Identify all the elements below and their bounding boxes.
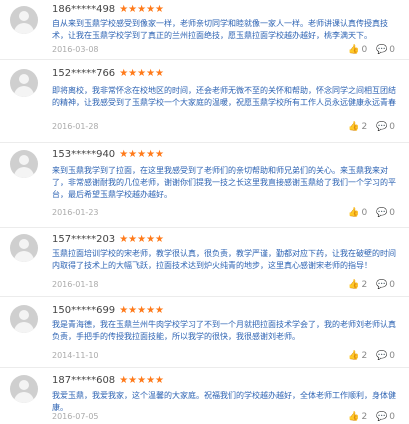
review-content: 自从来到玉鼎学校感受到像家一样，老师亲切同学和睦就像一家人一样。老师讲课认真传授… bbox=[52, 19, 388, 40]
review-content: 来到玉鼎我学到了拉面，在这里我感受到了老师们的亲切帮助和师兄弟们的关心。来玉鼎我… bbox=[52, 166, 396, 199]
review-item: 186*****498 ★★★★★ 自从来到玉鼎学校感受到像家一样，老师亲切同学和… bbox=[0, 0, 409, 60]
review-date: 2016-07-05 bbox=[52, 412, 99, 421]
thumbs-up-icon: 👍 bbox=[348, 208, 360, 218]
review-item: 152*****766 ★★★★★ 即将离校，我非常怀念在校地区的时间，还会老师无… bbox=[0, 60, 409, 143]
comment-button[interactable]: 💬 0 bbox=[376, 208, 395, 219]
avatar[interactable] bbox=[10, 305, 38, 333]
thumbs-up-icon: 👍 bbox=[348, 412, 360, 422]
avatar[interactable] bbox=[10, 234, 38, 262]
avatar[interactable] bbox=[10, 6, 38, 34]
comment-icon: 💬 bbox=[376, 208, 388, 218]
username: 152*****766 bbox=[52, 68, 116, 79]
avatar[interactable] bbox=[10, 69, 38, 97]
review-actions: 👍 0 💬 0 bbox=[342, 45, 395, 56]
rating-stars: ★★★★★ bbox=[119, 4, 165, 15]
comment-button[interactable]: 💬 0 bbox=[376, 280, 395, 291]
review-actions: 👍 2 💬 0 bbox=[342, 412, 395, 423]
thumbs-up-icon: 👍 bbox=[348, 351, 360, 361]
comment-icon: 💬 bbox=[376, 45, 388, 55]
comment-count: 0 bbox=[389, 280, 395, 290]
review-content: 即将离校，我非常怀念在校地区的时间，还会老师无微不至的关怀和帮助，怀念同学之间相… bbox=[52, 86, 396, 107]
comment-icon: 💬 bbox=[376, 351, 388, 361]
like-count: 0 bbox=[361, 45, 368, 55]
thumbs-up-icon: 👍 bbox=[348, 122, 360, 132]
username: 157*****203 bbox=[52, 234, 116, 245]
review-header: 152*****766 ★★★★★ bbox=[52, 67, 164, 81]
review-header: 186*****498 ★★★★★ bbox=[52, 3, 164, 17]
review-date: 2016-01-28 bbox=[52, 122, 99, 131]
review-item: 150*****699 ★★★★★ 我是青海德，我在玉鼎兰州牛肉学校学习了不到一个… bbox=[0, 297, 409, 368]
comment-icon: 💬 bbox=[376, 412, 388, 422]
review-header: 157*****203 ★★★★★ bbox=[52, 233, 164, 247]
username: 186*****498 bbox=[52, 4, 116, 15]
like-count: 2 bbox=[361, 122, 368, 132]
comment-count: 0 bbox=[389, 122, 395, 132]
review-list: 186*****498 ★★★★★ 自从来到玉鼎学校感受到像家一样，老师亲切同学和… bbox=[0, 0, 409, 424]
review-date: 2014-11-10 bbox=[52, 351, 99, 360]
review-content: 玉鼎拉面培训学校的宋老师，教学很认真，很负责，教学严谨，勤都对应下药，让我在破壁… bbox=[52, 249, 396, 270]
username: 153*****940 bbox=[52, 149, 116, 160]
comment-count: 0 bbox=[389, 412, 395, 422]
review-actions: 👍 2 💬 0 bbox=[342, 351, 395, 362]
review-header: 187*****608 ★★★★★ bbox=[52, 374, 164, 388]
review-actions: 👍 0 💬 0 bbox=[342, 208, 395, 219]
review-date: 2016-01-23 bbox=[52, 208, 99, 217]
comment-icon: 💬 bbox=[376, 122, 388, 132]
like-count: 0 bbox=[361, 208, 368, 218]
comment-button[interactable]: 💬 0 bbox=[376, 45, 395, 56]
rating-stars: ★★★★★ bbox=[119, 234, 165, 245]
like-button[interactable]: 👍 2 bbox=[348, 280, 367, 291]
like-button[interactable]: 👍 2 bbox=[348, 122, 367, 133]
comment-button[interactable]: 💬 0 bbox=[376, 412, 395, 423]
comment-count: 0 bbox=[389, 208, 395, 218]
review-date: 2016-03-08 bbox=[52, 45, 99, 54]
thumbs-up-icon: 👍 bbox=[348, 45, 360, 55]
comment-count: 0 bbox=[389, 351, 395, 361]
rating-stars: ★★★★★ bbox=[119, 305, 165, 316]
review-item: 157*****203 ★★★★★ 玉鼎拉面培训学校的宋老师，教学很认真，很负责，… bbox=[0, 228, 409, 297]
like-count: 2 bbox=[361, 280, 368, 290]
review-header: 150*****699 ★★★★★ bbox=[52, 304, 164, 318]
like-button[interactable]: 👍 0 bbox=[348, 208, 367, 219]
like-button[interactable]: 👍 2 bbox=[348, 412, 367, 423]
username: 150*****699 bbox=[52, 305, 116, 316]
comment-button[interactable]: 💬 0 bbox=[376, 351, 395, 362]
rating-stars: ★★★★★ bbox=[119, 149, 165, 160]
review-content: 我是青海德，我在玉鼎兰州牛肉学校学习了不到一个月就把拉面技术学会了，我的老师刘老… bbox=[52, 320, 396, 341]
review-actions: 👍 2 💬 0 bbox=[342, 280, 395, 291]
avatar[interactable] bbox=[10, 375, 38, 403]
comment-button[interactable]: 💬 0 bbox=[376, 122, 395, 133]
like-count: 2 bbox=[361, 351, 368, 361]
review-header: 153*****940 ★★★★★ bbox=[52, 148, 164, 162]
comment-icon: 💬 bbox=[376, 280, 388, 290]
review-date: 2016-01-18 bbox=[52, 280, 99, 289]
thumbs-up-icon: 👍 bbox=[348, 280, 360, 290]
review-content: 我爱玉鼎，我爱我家，这个温馨的大家庭。祝福我们的学校越办越好，全体老师工作顺利，… bbox=[52, 391, 396, 412]
rating-stars: ★★★★★ bbox=[119, 375, 165, 386]
review-actions: 👍 2 💬 0 bbox=[342, 122, 395, 133]
rating-stars: ★★★★★ bbox=[119, 68, 165, 79]
review-item: 187*****608 ★★★★★ 我爱玉鼎，我爱我家，这个温馨的大家庭。祝福我们… bbox=[0, 368, 409, 424]
comment-count: 0 bbox=[389, 45, 395, 55]
like-count: 2 bbox=[361, 412, 368, 422]
username: 187*****608 bbox=[52, 375, 116, 386]
like-button[interactable]: 👍 2 bbox=[348, 351, 367, 362]
avatar[interactable] bbox=[10, 150, 38, 178]
review-item: 153*****940 ★★★★★ 来到玉鼎我学到了拉面，在这里我感受到了老师们的… bbox=[0, 143, 409, 228]
like-button[interactable]: 👍 0 bbox=[348, 45, 367, 56]
